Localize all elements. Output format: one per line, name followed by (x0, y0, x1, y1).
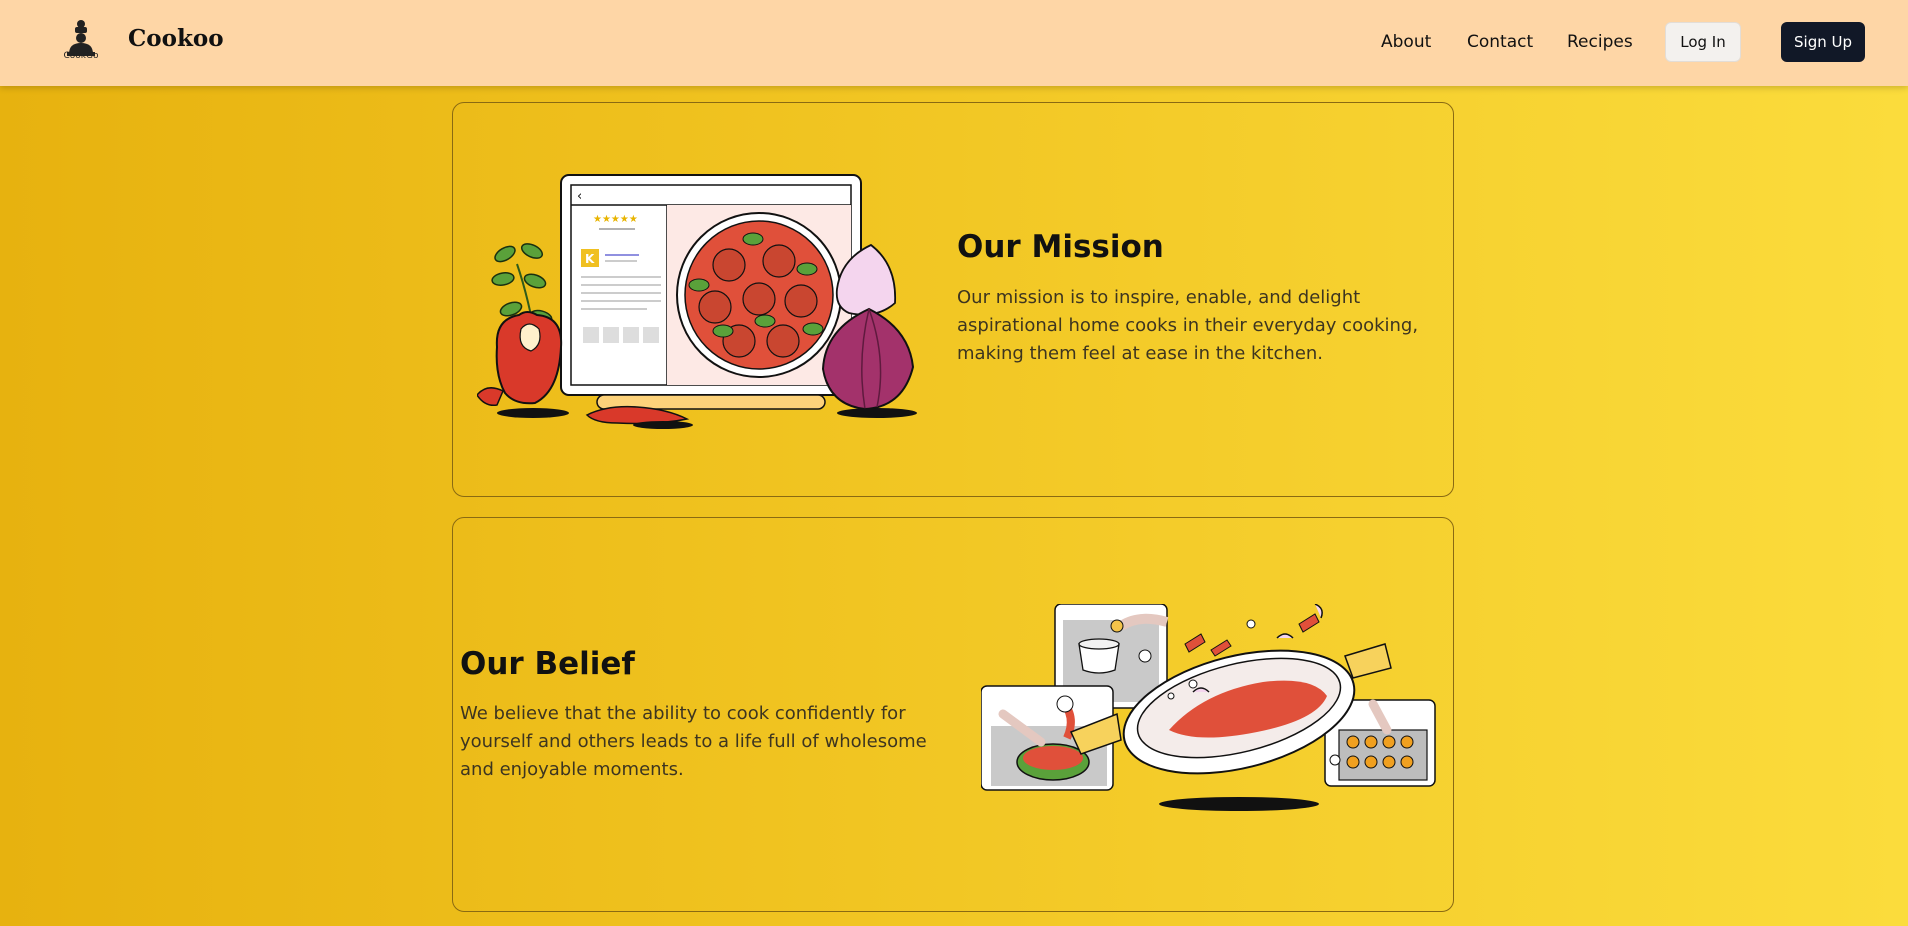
nav-link-contact[interactable]: Contact (1467, 32, 1533, 52)
mission-title: Our Mission (957, 229, 1164, 265)
nav-link-recipes[interactable]: Recipes (1567, 32, 1633, 52)
top-navbar: CookGo Cookoo About Contact Recipes Log … (0, 0, 1908, 86)
logo-text: CookGo (63, 51, 99, 61)
svg-text:‹: ‹ (577, 189, 582, 204)
mission-body: Our mission is to inspire, enable, and d… (957, 287, 1419, 364)
svg-text:★★★★★: ★★★★★ (593, 214, 638, 225)
signup-button[interactable]: Sign Up (1781, 22, 1865, 62)
cooking-scenes-illustration (981, 604, 1436, 811)
mission-card: ‹ ★★★★★ K Our Mission Our mission is to … (452, 102, 1454, 497)
nav-link-about[interactable]: About (1381, 32, 1431, 52)
tile-letter: K (585, 252, 595, 266)
belief-title: Our Belief (460, 646, 635, 682)
laptop-recipe-illustration: ‹ ★★★★★ K (477, 174, 917, 429)
brand-name[interactable]: Cookoo (128, 25, 224, 52)
belief-card: Our Belief We believe that the ability t… (452, 517, 1454, 912)
belief-body: We believe that the ability to cook conf… (460, 703, 927, 780)
login-button[interactable]: Log In (1665, 22, 1741, 62)
